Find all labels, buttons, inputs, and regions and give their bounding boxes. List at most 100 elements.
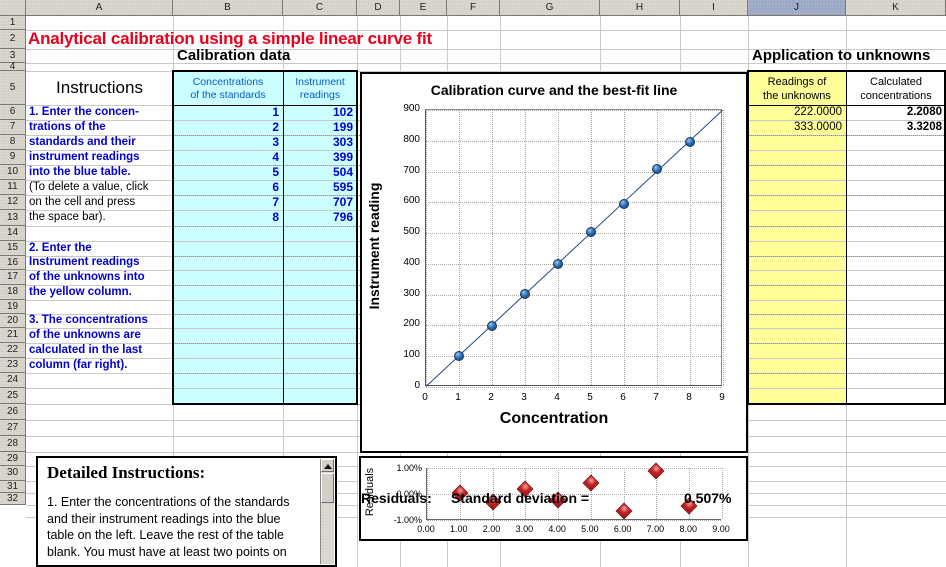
column-header-d[interactable]: D (357, 0, 400, 16)
column-header-a[interactable]: A (26, 0, 173, 16)
row-header-21[interactable]: 21 (0, 328, 26, 343)
calibration-table-divider (283, 71, 284, 404)
residual-point-marker (582, 474, 600, 492)
residuals-x-tick: 8.00 (679, 524, 697, 534)
calibration-header-rule (173, 105, 357, 106)
row-header-10[interactable]: 10 (0, 165, 26, 180)
detailed-instructions-scrollbar[interactable] (320, 459, 334, 564)
row-header-30[interactable]: 30 (0, 466, 26, 481)
row-header-31[interactable]: 31 (0, 481, 26, 493)
calibration-chart[interactable]: Calibration curve and the best-fit linef… (360, 72, 748, 453)
calibration-table-border (172, 70, 358, 405)
x-axis-tick: 8 (686, 392, 692, 403)
row-header-16[interactable]: 16 (0, 256, 26, 270)
residuals-x-tick: 3.00 (515, 524, 534, 534)
row-header-32[interactable]: 32 (0, 493, 26, 505)
row-header-18[interactable]: 18 (0, 285, 26, 300)
row-header-26[interactable]: 26 (0, 404, 26, 420)
instruction-line-7: on the cell and press (29, 196, 136, 208)
instructions-title: Instructions (56, 78, 143, 97)
row-header-12[interactable]: 12 (0, 195, 26, 210)
residual-point-marker (647, 462, 665, 480)
row-header-4[interactable]: 4 (0, 62, 26, 72)
instruction-line-4: instrument readings (29, 151, 140, 163)
row-header-24[interactable]: 24 (0, 373, 26, 388)
x-axis-label: Concentration (499, 410, 609, 427)
chart-gridline-y (426, 387, 721, 388)
instruction-line-8: the space bar). (29, 211, 106, 223)
residuals-x-tick: 9.00 (712, 524, 730, 534)
row-header-8[interactable]: 8 (0, 135, 26, 150)
row-header-14[interactable]: 14 (0, 226, 26, 241)
row-header-23[interactable]: 23 (0, 358, 26, 373)
data-point-marker (487, 320, 497, 331)
standard-deviation-value: 0.507% (684, 490, 732, 506)
residuals-footer-label: Residuals: (361, 490, 432, 506)
chart-title: Calibration curve and the best-fit line (430, 82, 678, 98)
column-header-g[interactable]: G (500, 0, 600, 16)
row-header-28[interactable]: 28 (0, 436, 26, 452)
detailed-instructions-line: table on the left. Leave the rest of the… (47, 528, 284, 542)
column-header-h[interactable]: H (600, 0, 680, 16)
row-header-20[interactable]: 20 (0, 314, 26, 328)
x-axis-tick: 3 (521, 392, 527, 403)
row-header-1[interactable]: 1 (0, 16, 26, 30)
instruction-line-6: (To delete a value, click (29, 181, 149, 193)
row-header-25[interactable]: 25 (0, 388, 26, 404)
data-point-marker (685, 137, 695, 147)
x-axis-tick: 6 (620, 392, 626, 403)
y-axis-tick: 800 (403, 133, 420, 145)
row-header-6[interactable]: 6 (0, 105, 26, 120)
residuals-x-tick: 4.00 (548, 524, 566, 534)
row-header-9[interactable]: 9 (0, 150, 26, 165)
row-header-7[interactable]: 7 (0, 120, 26, 135)
standard-deviation-label: Standard deviation = (451, 490, 590, 506)
column-header-j[interactable]: J (748, 0, 846, 16)
row-header-13[interactable]: 13 (0, 210, 26, 226)
y-axis-tick: 900 (403, 103, 420, 114)
row-header-29[interactable]: 29 (0, 452, 26, 466)
column-header-b[interactable]: B (173, 0, 283, 16)
instruction-line-10: 2. Enter the (29, 242, 92, 254)
row-header-27[interactable]: 27 (0, 420, 26, 436)
scroll-thumb[interactable] (321, 473, 334, 503)
column-header-k[interactable]: K (846, 0, 946, 16)
detailed-instructions-line: 1. Enter the concentrations of the stand… (47, 495, 290, 509)
instruction-line-16: of the unknowns are (29, 329, 141, 341)
application-heading: Application to unknowns (752, 47, 931, 64)
residuals-gridline-y (427, 468, 721, 469)
row-header-19[interactable]: 19 (0, 300, 26, 314)
scroll-up-button[interactable] (321, 459, 334, 472)
x-axis-tick: 2 (488, 392, 494, 403)
x-axis-tick: 9 (719, 392, 725, 403)
instruction-line-11: Instrument readings (29, 256, 140, 268)
instruction-line-15: 3. The concentrations (29, 314, 148, 326)
column-header-i[interactable]: I (680, 0, 748, 16)
row-header-17[interactable]: 17 (0, 270, 26, 285)
instruction-line-3: standards and their (29, 136, 136, 148)
row-header-11[interactable]: 11 (0, 180, 26, 195)
residuals-x-tick: 0.00 (417, 524, 435, 534)
unknowns-header-rule (748, 105, 946, 106)
row-header-15[interactable]: 15 (0, 241, 26, 256)
instruction-line-12: of the unknowns into (29, 271, 145, 283)
row-header-5[interactable]: 5 (0, 71, 26, 105)
x-axis-tick: 7 (653, 392, 659, 403)
instruction-line-5: into the blue table. (29, 166, 131, 178)
detailed-instructions-line: and their instrument readings into the b… (47, 511, 281, 526)
residuals-gridline-y (427, 520, 721, 521)
instruction-line-1: 1. Enter the concen- (29, 106, 139, 118)
best-fit-line (426, 110, 723, 387)
select-all-corner[interactable] (0, 0, 26, 16)
column-header-e[interactable]: E (400, 0, 447, 16)
row-header-2[interactable]: 2 (0, 30, 26, 49)
instruction-line-13: the yellow column. (29, 286, 132, 298)
data-point-marker (454, 350, 464, 361)
y-axis-tick: 0 (414, 380, 420, 391)
data-point-marker (586, 226, 596, 237)
column-header-c[interactable]: C (283, 0, 357, 16)
row-header-22[interactable]: 22 (0, 343, 26, 358)
page-title: Analytical calibration using a simple li… (28, 29, 432, 48)
column-header-f[interactable]: F (447, 0, 500, 16)
calibration-data-heading: Calibration data (177, 47, 291, 64)
